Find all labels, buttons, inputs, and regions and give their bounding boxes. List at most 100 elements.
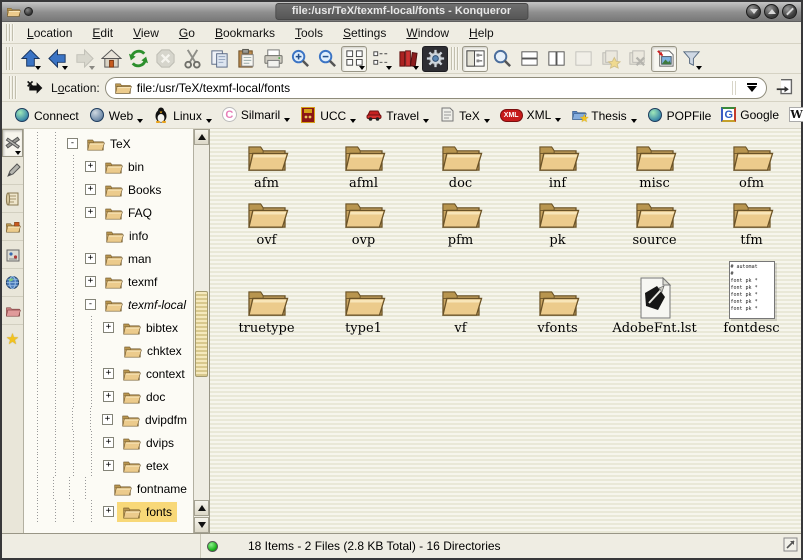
- tree-item-texmf-local[interactable]: - texmf-local: [28, 293, 192, 316]
- tree-item-doc[interactable]: + doc: [28, 385, 192, 408]
- close-button[interactable]: [782, 4, 797, 19]
- file-item-tfm[interactable]: tfm: [703, 191, 800, 248]
- reload-button[interactable]: [125, 46, 151, 72]
- toolbar-grip[interactable]: [6, 47, 14, 70]
- home-button[interactable]: [98, 46, 124, 72]
- bookmark-web[interactable]: Web: [84, 105, 148, 126]
- clear-location-button[interactable]: [24, 77, 46, 99]
- file-item-doc[interactable]: doc: [412, 134, 509, 191]
- file-item-pk[interactable]: pk: [509, 191, 606, 248]
- sidebar-tab-network[interactable]: [2, 269, 23, 297]
- window-folder-icon[interactable]: [6, 5, 21, 18]
- tree-item-info[interactable]: info: [28, 224, 192, 247]
- filter-button[interactable]: [678, 46, 704, 72]
- tree-item-dvips[interactable]: + dvips: [28, 431, 192, 454]
- tree-item-books[interactable]: + Books: [28, 178, 192, 201]
- file-item-afm[interactable]: afm: [218, 134, 315, 191]
- tree-item-dvipdfm[interactable]: + dvipdfm: [28, 408, 192, 431]
- icon-view-button[interactable]: [341, 46, 367, 72]
- tree-expander[interactable]: +: [103, 391, 114, 402]
- paste-button[interactable]: [233, 46, 259, 72]
- tree-expander[interactable]: -: [85, 299, 96, 310]
- find-button[interactable]: [489, 46, 515, 72]
- selected-tree-item[interactable]: fonts: [117, 502, 177, 522]
- bookmark-tex[interactable]: TeX: [434, 105, 495, 126]
- nav-panel-button[interactable]: [462, 46, 488, 72]
- scroll-up-button-2[interactable]: [194, 500, 209, 516]
- file-item-ovf[interactable]: ovf: [218, 191, 315, 248]
- menu-tools[interactable]: Tools: [286, 24, 332, 42]
- tree-item-bin[interactable]: + bin: [28, 155, 192, 178]
- file-item-adobefnt[interactable]: AdobeFnt.lst: [606, 252, 703, 336]
- tree-item-etex[interactable]: + etex: [28, 454, 192, 477]
- tree-item-fontname[interactable]: fontname: [28, 477, 192, 500]
- locbar-grip[interactable]: [9, 76, 17, 99]
- tree-expander[interactable]: +: [85, 161, 96, 172]
- close-tab-button[interactable]: [624, 46, 650, 72]
- tree-item-man[interactable]: + man: [28, 247, 192, 270]
- scroll-down-button[interactable]: [194, 517, 209, 533]
- cut-button[interactable]: [179, 46, 205, 72]
- menu-bookmarks[interactable]: Bookmarks: [206, 24, 284, 42]
- toolbar-grip-2[interactable]: [451, 47, 459, 70]
- file-item-afml[interactable]: afml: [315, 134, 412, 191]
- tree-expander[interactable]: +: [103, 460, 114, 471]
- bookmark-xml[interactable]: XML XML: [495, 106, 566, 125]
- resize-grip[interactable]: [783, 537, 798, 555]
- sidebar-tab-bookmarks[interactable]: ★: [2, 325, 23, 353]
- file-item-pfm[interactable]: pfm: [412, 191, 509, 248]
- tree-expander[interactable]: +: [85, 276, 96, 287]
- tree-item-faq[interactable]: + FAQ: [28, 201, 192, 224]
- file-item-source[interactable]: source: [606, 191, 703, 248]
- tree-expander[interactable]: +: [85, 253, 96, 264]
- stop-button[interactable]: [152, 46, 178, 72]
- tree-item-tex[interactable]: - TeX: [28, 132, 192, 155]
- zoom-in-button[interactable]: [287, 46, 313, 72]
- tree-expander[interactable]: +: [85, 184, 96, 195]
- sidebar-tab-tools[interactable]: [2, 129, 23, 157]
- tree-expander[interactable]: +: [103, 437, 114, 448]
- scroll-up-button[interactable]: [194, 129, 209, 145]
- file-item-ofm[interactable]: ofm: [703, 134, 800, 191]
- menu-location[interactable]: Location: [18, 24, 81, 42]
- window-menu-icon[interactable]: [24, 7, 33, 16]
- tree-scrollbar[interactable]: [193, 129, 209, 533]
- sidebar-tab-history[interactable]: [2, 185, 23, 213]
- menu-go[interactable]: Go: [170, 24, 204, 42]
- bookmark-linux[interactable]: Linux: [148, 105, 217, 126]
- title-bar[interactable]: file:/usr/TeX/texmf-local/fonts - Konque…: [2, 2, 801, 22]
- tree-item-chktex[interactable]: chktex: [28, 339, 192, 362]
- location-dropdown-button[interactable]: [742, 83, 762, 92]
- copy-button[interactable]: [206, 46, 232, 72]
- file-item-ovp[interactable]: ovp: [315, 191, 412, 248]
- bookmark-thesis[interactable]: ★ Thesis: [566, 105, 641, 126]
- bookmark-ucc[interactable]: UCC: [295, 105, 361, 126]
- zoom-out-button[interactable]: [314, 46, 340, 72]
- close-view-button[interactable]: [570, 46, 596, 72]
- list-view-button[interactable]: [368, 46, 394, 72]
- tree-expander[interactable]: +: [102, 414, 113, 425]
- menu-settings[interactable]: Settings: [334, 24, 395, 42]
- tree-item-texmf[interactable]: + texmf: [28, 270, 192, 293]
- menu-window[interactable]: Window: [397, 24, 458, 42]
- bookmark-google[interactable]: G Google: [716, 105, 784, 125]
- bookmark-connect[interactable]: Connect: [9, 105, 84, 126]
- tree-expander[interactable]: +: [103, 506, 114, 517]
- file-item-vf[interactable]: vf: [412, 252, 509, 336]
- tree-item-fonts[interactable]: + fonts: [28, 500, 192, 523]
- go-button[interactable]: [772, 76, 796, 100]
- tree-expander[interactable]: +: [103, 368, 114, 379]
- forward-button[interactable]: [71, 46, 97, 72]
- bookmark-wikipedia[interactable]: W Wikipedia: [784, 105, 803, 125]
- file-item-fontdesc[interactable]: # automat # font pk * font pk * font pk …: [703, 252, 800, 336]
- minimize-button[interactable]: [746, 4, 761, 19]
- bookmarks-toolbar-button[interactable]: [395, 46, 421, 72]
- bookmark-silmaril[interactable]: C Silmaril: [217, 105, 295, 125]
- tree-expander[interactable]: +: [85, 207, 96, 218]
- split-vertical-button[interactable]: [543, 46, 569, 72]
- thumbnails-button[interactable]: [651, 46, 677, 72]
- location-input[interactable]: file:/usr/TeX/texmf-local/fonts: [105, 77, 767, 99]
- file-item-inf[interactable]: inf: [509, 134, 606, 191]
- bookmark-travel[interactable]: Travel: [361, 105, 434, 126]
- file-item-truetype[interactable]: truetype: [218, 252, 315, 336]
